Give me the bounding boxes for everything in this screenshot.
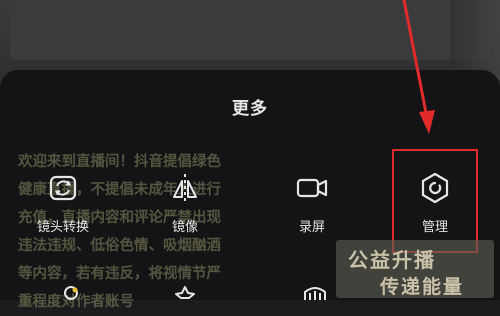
camera-flip-button[interactable]: 镜头转换 (28, 168, 98, 235)
sheet-title: 更多 (232, 99, 268, 119)
video-frame (10, 0, 490, 60)
mirror-button[interactable]: 镜像 (150, 168, 220, 235)
watermark-line-1: 公益升播 (348, 248, 436, 272)
camera-flip-icon (43, 168, 83, 208)
screen-record-button[interactable]: 录屏 (277, 168, 347, 235)
music-icon[interactable] (300, 284, 330, 300)
video-record-icon (292, 168, 332, 208)
mirror-label: 镜像 (171, 220, 198, 235)
chat-line: 违法违规、低俗色情、吸烟酗酒 (18, 238, 221, 254)
gift-effect-icon[interactable] (172, 284, 198, 300)
watermark: 公益升播 传递能量 (336, 232, 496, 298)
camera-flip-label: 镜头转换 (36, 220, 89, 235)
video-blur-edge (450, 0, 500, 80)
beauty-icon[interactable] (60, 284, 82, 300)
watermark-line-2: 传递能量 (380, 276, 465, 298)
mirror-icon (165, 168, 205, 208)
